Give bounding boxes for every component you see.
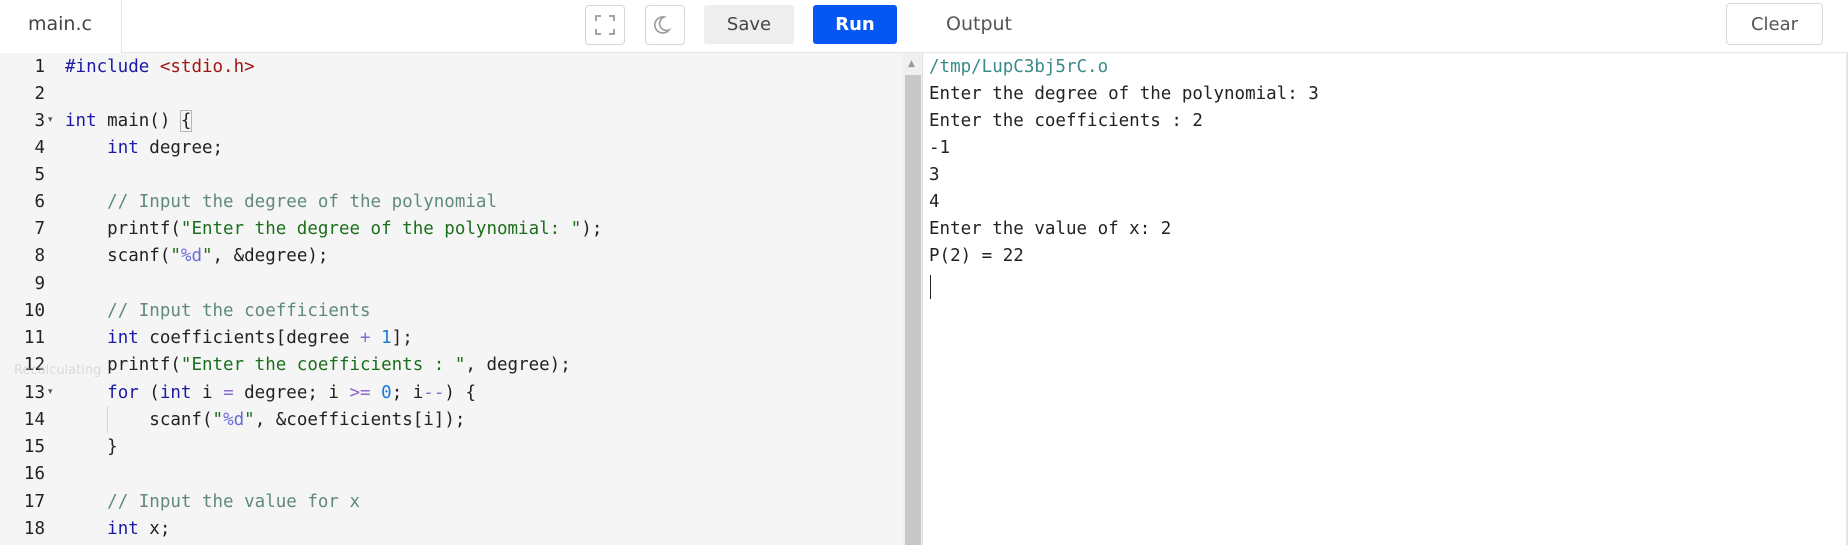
file-tab[interactable]: main.c — [0, 0, 122, 53]
code-line: // Input the value for x — [107, 492, 361, 512]
scrollbar-thumb[interactable] — [905, 75, 921, 545]
line-number: 15 — [23, 437, 45, 457]
line-number: 8 — [34, 246, 45, 266]
save-button[interactable]: Save — [704, 5, 794, 44]
output-line: 4 — [929, 192, 940, 212]
line-number: 3 — [34, 111, 45, 131]
line-number: 14 — [23, 410, 45, 430]
line-number: 16 — [23, 464, 45, 484]
text-cursor — [930, 275, 931, 299]
line-number: 17 — [23, 492, 45, 512]
moon-icon — [654, 16, 672, 34]
file-tab-label: main.c — [28, 13, 92, 35]
output-line: Enter the degree of the polynomial: 3 — [929, 84, 1319, 104]
code-line: printf("Enter the degree of the polynomi… — [65, 219, 603, 239]
code-line: scanf("%d", &degree); — [65, 246, 329, 266]
theme-toggle-button[interactable] — [645, 5, 685, 45]
indent-guide — [107, 406, 108, 433]
code-line: // Input the degree of the polynomial — [107, 192, 497, 212]
output-line: Enter the coefficients : 2 — [929, 111, 1203, 131]
code-line: } — [65, 437, 118, 457]
fold-arrow-icon[interactable]: ▾ — [48, 107, 53, 134]
line-number: 2 — [34, 84, 45, 104]
code-line: // Input the coefficients — [107, 301, 371, 321]
output-title: Output — [946, 13, 1012, 35]
code-area[interactable]: #include <stdio.h> int main() { int degr… — [65, 53, 895, 545]
line-number: 5 — [34, 165, 45, 185]
code-line: int main() { — [65, 110, 193, 132]
line-number: 9 — [34, 274, 45, 294]
output-panel[interactable]: /tmp/LupC3bj5rC.o Enter the degree of th… — [923, 53, 1848, 545]
output-line: /tmp/LupC3bj5rC.o — [929, 57, 1109, 77]
clear-button[interactable]: Clear — [1726, 3, 1823, 45]
output-line: -1 — [929, 138, 951, 158]
line-number: 10 — [23, 301, 45, 321]
line-number: 7 — [34, 219, 45, 239]
line-number: 4 — [34, 138, 45, 158]
code-line: for (int i = degree; i >= 0; i--) { — [107, 383, 476, 403]
line-number-gutter: 1 2 3 ▾ 4 5 6 7 8 9 10 11 12 13 ▾ 14 15 … — [0, 53, 60, 545]
fullscreen-icon — [595, 15, 615, 35]
scroll-up-arrow-icon[interactable]: ▲ — [908, 59, 915, 69]
line-number: 6 — [34, 192, 45, 212]
output-line: Enter the value of x: 2 — [929, 219, 1172, 239]
output-line: P(2) = 22 — [929, 246, 1024, 266]
top-bar: main.c Save Run Output Clear — [0, 0, 1848, 53]
output-line: 3 — [929, 165, 940, 185]
run-button[interactable]: Run — [813, 5, 897, 44]
code-line: int degree; — [107, 138, 224, 158]
code-line: int x; — [107, 519, 171, 539]
panel-splitter[interactable]: ▲ — [903, 53, 923, 545]
code-line: int coefficients[degree + 1]; — [107, 328, 413, 348]
code-line: scanf("%d", &coefficients[i]); — [65, 410, 466, 430]
fullscreen-button[interactable] — [585, 5, 625, 45]
code-line: printf("Enter the coefficients : ", degr… — [65, 355, 571, 375]
line-number: 1 — [34, 57, 45, 77]
line-number: 18 — [23, 519, 45, 539]
code-line: #include <stdio.h> — [65, 57, 255, 77]
code-editor[interactable]: 1 2 3 ▾ 4 5 6 7 8 9 10 11 12 13 ▾ 14 15 … — [0, 53, 903, 545]
line-number: 11 — [23, 328, 45, 348]
